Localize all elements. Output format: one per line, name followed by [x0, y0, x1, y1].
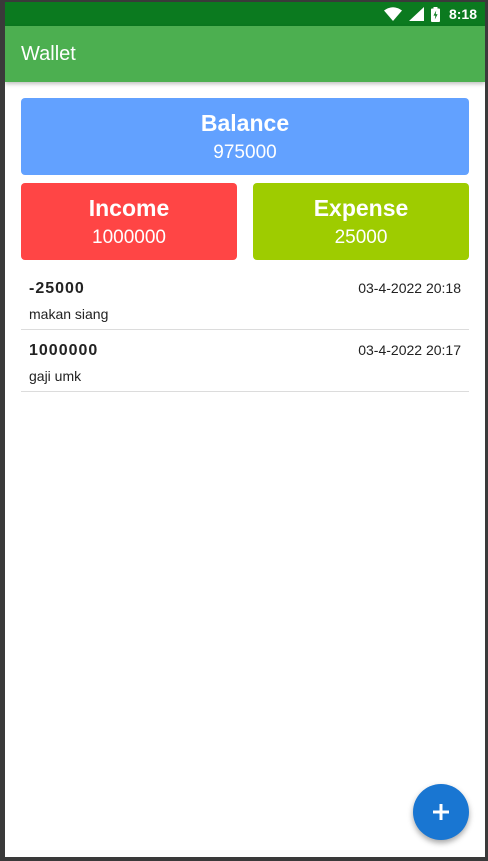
status-time: 8:18	[448, 6, 477, 22]
income-card: Income 1000000	[21, 183, 237, 260]
balance-label: Balance	[200, 110, 290, 136]
battery-charging-icon	[430, 6, 440, 22]
add-transaction-button[interactable]	[413, 784, 469, 840]
app-title: Wallet	[21, 43, 76, 65]
expense-card: Expense 25000	[253, 183, 469, 260]
status-bar: 8:18	[5, 2, 485, 26]
transaction-datetime: 03-4-2022 20:18	[358, 280, 461, 296]
balance-value: 975000	[213, 142, 277, 163]
transaction-amount: -25000	[29, 280, 85, 297]
app-screen: 8:18 Wallet Balance 975000 Income 100000…	[5, 2, 485, 857]
balance-card: Balance 975000	[21, 98, 469, 175]
wifi-icon	[383, 7, 402, 21]
expense-value: 25000	[334, 227, 388, 248]
transaction-description: makan siang	[29, 306, 109, 322]
status-icons: 8:18	[383, 2, 477, 26]
transaction-description: gaji umk	[29, 368, 82, 384]
plus-icon	[433, 804, 449, 820]
transaction-amount: 1000000	[29, 342, 99, 359]
transaction-datetime: 03-4-2022 20:17	[358, 342, 461, 358]
income-label: Income	[88, 195, 170, 221]
transaction-row[interactable]: -25000 03-4-2022 20:18 makan siang	[21, 268, 469, 330]
transaction-row[interactable]: 1000000 03-4-2022 20:17 gaji umk	[21, 330, 469, 392]
income-value: 1000000	[92, 227, 166, 248]
transaction-list: -25000 03-4-2022 20:18 makan siang 10000…	[21, 268, 469, 392]
cellular-signal-icon	[408, 7, 424, 21]
app-bar: Wallet	[5, 26, 485, 82]
expense-label: Expense	[313, 195, 409, 221]
